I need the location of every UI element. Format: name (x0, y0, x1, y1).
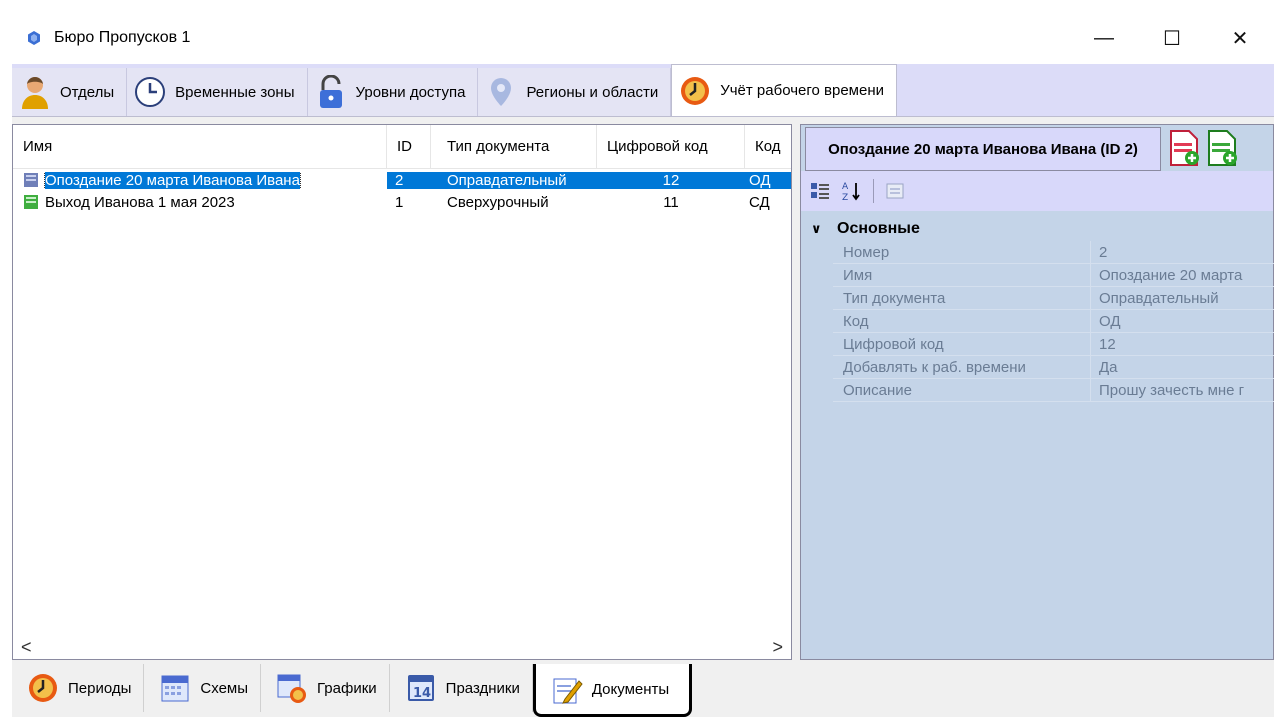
tab-label: Периоды (68, 679, 132, 697)
category-main[interactable]: ∨ Основные (805, 217, 1274, 241)
tab-schemes[interactable]: Схемы (144, 664, 262, 712)
tab-label: Регионы и области (526, 83, 659, 101)
person-icon (18, 75, 52, 109)
cell-code: СД (749, 193, 770, 211)
horizontal-scrollbar[interactable]: < > (13, 635, 791, 659)
cell-digital-code: 11 (663, 193, 679, 211)
pin-icon (484, 75, 518, 109)
schedule-icon (275, 671, 309, 705)
tab-access-levels[interactable]: Уровни доступа (307, 68, 479, 116)
properties-title: Опоздание 20 марта Иванова Ивана (ID 2) (805, 127, 1161, 171)
property-value: ОД (1099, 312, 1121, 330)
tab-label: Учёт рабочего времени (720, 82, 884, 99)
sort-alphabetical-icon[interactable]: AZ (841, 180, 863, 202)
property-value: 2 (1099, 243, 1108, 261)
column-header-code[interactable]: Код (745, 125, 791, 168)
clock-icon (133, 75, 167, 109)
property-value: 12 (1099, 335, 1116, 353)
holiday-calendar-icon: 14 (404, 671, 438, 705)
padlock-icon (314, 75, 348, 109)
property-key: Номер (833, 241, 1091, 263)
bottom-tab-strip: Периоды Схемы Графики 14 Праздники Докум… (12, 664, 1274, 717)
property-row[interactable]: Имя Опоздание 20 марта (833, 264, 1274, 287)
tab-departments[interactable]: Отделы (12, 68, 128, 116)
tab-regions[interactable]: Регионы и области (478, 68, 672, 116)
cell-type: Оправдательный (431, 171, 597, 189)
app-icon (28, 31, 40, 45)
property-row[interactable]: Номер 2 (833, 241, 1274, 264)
categorized-view-icon[interactable] (809, 180, 831, 202)
tab-time-zones[interactable]: Временные зоны (127, 68, 308, 116)
document-icon (24, 195, 38, 209)
cell-id: 2 (387, 171, 431, 189)
property-row[interactable]: Цифровой код 12 (833, 333, 1274, 356)
add-document-red-icon[interactable] (1167, 127, 1201, 167)
property-row[interactable]: Тип документа Оправдательный (833, 287, 1274, 310)
cell-code: ОД (745, 171, 791, 189)
timer-icon (678, 74, 712, 108)
property-grid: ∨ Основные Номер 2 Имя Опоздание 20 март… (805, 217, 1274, 402)
tab-label: Праздники (445, 679, 520, 697)
tab-label: Уровни доступа (355, 83, 466, 101)
cell-name: Выход Иванова 1 мая 2023 (45, 193, 235, 211)
cell-id: 1 (395, 193, 404, 211)
property-row[interactable]: Описание Прошу зачесть мне г (833, 379, 1274, 402)
tab-periods[interactable]: Периоды (12, 664, 145, 712)
minimize-button[interactable]: — (1070, 12, 1138, 64)
tab-label: Временные зоны (175, 83, 295, 101)
property-pages-icon[interactable] (884, 180, 906, 202)
property-key: Цифровой код (833, 333, 1091, 355)
cell-digital-code: 12 (597, 171, 745, 189)
tab-documents[interactable]: Документы (532, 664, 693, 717)
property-value: Прошу зачесть мне г (1099, 381, 1245, 399)
calendar-icon (158, 671, 192, 705)
tab-schedules[interactable]: Графики (261, 664, 390, 712)
documents-list[interactable]: Имя ID Тип документа Цифровой код Код Оп… (12, 124, 792, 660)
list-header: Имя ID Тип документа Цифровой код Код (13, 125, 791, 169)
maximize-button[interactable]: ☐ (1138, 12, 1206, 64)
tab-label: Графики (317, 679, 377, 697)
column-header-name[interactable]: Имя (13, 125, 387, 168)
top-tab-strip: Отделы Временные зоны Уровни доступа Рег… (12, 64, 1274, 116)
property-key: Имя (833, 264, 1091, 286)
property-key: Добавлять к раб. времени (833, 356, 1091, 378)
scroll-right-arrow[interactable]: > (772, 637, 783, 658)
category-label: Основные (837, 220, 920, 237)
title-bar: Бюро Пропусков 1 — ☐ ✕ (12, 12, 1274, 64)
tab-holidays[interactable]: 14 Праздники (390, 664, 533, 712)
property-row[interactable]: Добавлять к раб. времени Да (833, 356, 1274, 379)
cell-name: Опоздание 20 марта Иванова Ивана (44, 171, 301, 189)
column-header-digital-code[interactable]: Цифровой код (597, 125, 745, 168)
svg-text:A: A (842, 182, 849, 192)
close-button[interactable]: ✕ (1206, 12, 1274, 64)
chevron-down-icon[interactable]: ∨ (811, 221, 837, 237)
properties-toolbar: AZ (801, 171, 1273, 211)
svg-text:Z: Z (842, 193, 848, 202)
property-key: Описание (833, 379, 1091, 401)
column-header-type[interactable]: Тип документа (431, 125, 597, 168)
tab-label: Документы (591, 680, 670, 698)
cell-type: Сверхурочный (447, 193, 549, 211)
svg-text:14: 14 (413, 686, 431, 701)
table-row[interactable]: Выход Иванова 1 мая 2023 1 Сверхурочный … (13, 191, 791, 213)
tab-label: Схемы (200, 679, 249, 697)
property-row[interactable]: Код ОД (833, 310, 1274, 333)
window-title: Бюро Пропусков 1 (54, 29, 191, 46)
timer-icon (26, 671, 60, 705)
document-edit-icon (550, 672, 584, 706)
property-key: Тип документа (833, 287, 1091, 309)
property-key: Код (833, 310, 1091, 332)
property-value: Оправдательный (1099, 289, 1219, 307)
column-header-id[interactable]: ID (387, 125, 431, 168)
table-row[interactable]: Опоздание 20 марта Иванова Ивана 2 Оправ… (13, 169, 791, 191)
properties-panel: Опоздание 20 марта Иванова Ивана (ID 2) … (800, 124, 1274, 660)
property-value: Да (1099, 358, 1118, 376)
document-icon (24, 173, 38, 187)
tab-label: Отделы (60, 83, 115, 101)
scroll-left-arrow[interactable]: < (21, 637, 32, 658)
add-document-green-icon[interactable] (1205, 127, 1239, 167)
tab-work-time[interactable]: Учёт рабочего времени (671, 64, 897, 116)
property-value: Опоздание 20 марта (1099, 266, 1243, 284)
